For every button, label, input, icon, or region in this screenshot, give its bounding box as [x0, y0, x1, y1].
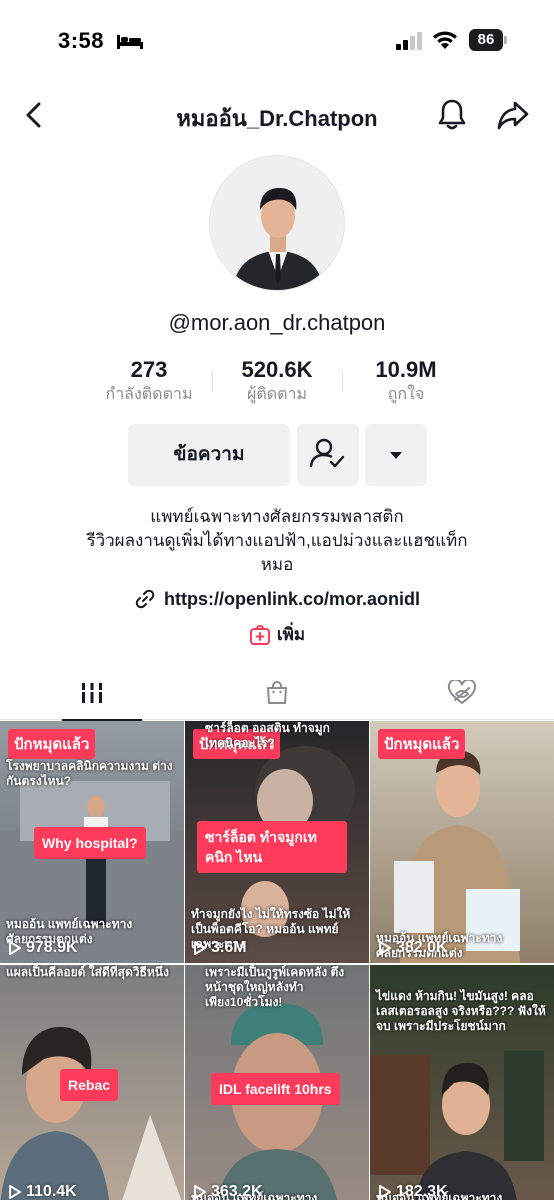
user-check-icon — [309, 438, 345, 468]
likes-label: ถูกใจ — [387, 386, 425, 403]
video-tile[interactable]: ไข่แดง ห้ามกิน! ไขมันสูง! คลอเลสเตอรอลสู… — [370, 965, 554, 1200]
stat-divider — [212, 371, 213, 393]
video-overlay-text: IDL facelift 10hrs — [211, 1073, 340, 1105]
message-button[interactable]: ข้อความ — [128, 424, 290, 486]
profile-display-name: หมออ้น_Dr.Chatpon — [176, 106, 378, 131]
play-icon — [379, 1185, 391, 1199]
bio-line: แพทย์เฉพาะทางศัลยกรรมพลาสติก — [150, 507, 404, 526]
add-row: เพิ่ม — [0, 621, 554, 650]
video-caption-top: ไข่แดง ห้ามกิน! ไขมันสูง! คลอเลสเตอรอลสู… — [376, 989, 546, 1033]
likes-stat[interactable]: 10.9M ถูกใจ — [348, 357, 464, 407]
video-caption-top: ซาร์ล็อต ออสติน ทำจมูกเทคนิคอะไร? — [205, 721, 330, 750]
tab-liked[interactable] — [370, 666, 554, 720]
battery-indicator: 86 — [469, 29, 507, 51]
following-stat[interactable]: 273 กำลังติดตาม — [90, 357, 208, 407]
view-count-value: 978.9K — [26, 939, 78, 956]
pinned-badge: ปักหมุดแล้ว — [378, 729, 466, 759]
view-count: 3.6M — [193, 939, 247, 957]
grid-videos-icon — [81, 683, 103, 703]
video-caption-top: โรงพยาบาลคลินิกความงาม ต่างกันตรงไหน? — [6, 759, 173, 788]
followers-count: 520.6K — [241, 357, 313, 382]
view-count-value: 3.6M — [211, 939, 247, 956]
video-overlay-text: Rebac — [60, 1069, 119, 1101]
view-count-value: 110.4K — [26, 1183, 77, 1200]
add-button[interactable]: เพิ่ม — [249, 621, 305, 648]
add-label: เพิ่ม — [276, 625, 306, 644]
profile-avatar[interactable] — [209, 155, 345, 291]
status-time: 3:58 — [58, 28, 105, 53]
following-label: กำลังติดตาม — [105, 386, 193, 403]
shopping-bag-icon — [267, 681, 287, 704]
avatar-photo — [210, 156, 344, 290]
profile-link-text: https://openlink.co/mor.aonidl — [163, 588, 420, 609]
play-icon — [9, 941, 21, 955]
view-count-value: 382.0K — [396, 939, 448, 956]
likes-count: 10.9M — [375, 357, 437, 382]
video-tile[interactable]: แผลเป็นคีลอยด์ ใส่ดีที่สุดวิธีหนึ่ง Reba… — [0, 965, 184, 1200]
following-count: 273 — [130, 357, 168, 382]
link-icon — [135, 589, 155, 609]
video-overlay-text: ซาร์ล็อต ทำจมูกเทคนิก ไหน — [197, 821, 347, 873]
pinned-badge: ปักหมุดแล้ว — [8, 729, 96, 759]
video-overlay-text: Why hospital? — [34, 827, 146, 859]
sleep-focus-icon — [117, 35, 143, 49]
followers-stat[interactable]: 520.6K ผู้ติดตาม — [218, 357, 336, 407]
video-tile[interactable]: เพราะมีเป็นกูรูพ์เคดหลัง ตึงหน้าชุดใหญ่ห… — [185, 965, 369, 1200]
view-count: 182.3K — [378, 1183, 448, 1200]
video-grid: ปักหมุดแล้ว โรงพยาบาลคลินิกความงาม ต่างก… — [0, 721, 554, 1200]
content-tabs — [0, 666, 554, 721]
video-caption-top: เพราะมีเป็นกูรูพ์เคดหลัง ตึงหน้าชุดใหญ่ห… — [205, 965, 345, 1009]
view-count-value: 363.2K — [211, 1183, 263, 1200]
video-tile[interactable]: ปักหมุดแล้ว ซาร์ล็อต ออสติน ทำจมูกเทคนิค… — [185, 721, 369, 963]
caret-down-icon — [390, 452, 402, 459]
stat-divider — [342, 371, 343, 393]
profile-link-row: https://openlink.co/mor.aonidl — [0, 588, 554, 612]
view-count: 363.2K — [193, 1183, 263, 1200]
share-icon[interactable] — [496, 98, 530, 132]
video-caption-top: แผลเป็นคีลอยด์ ใส่ดีที่สุดวิธีหนึ่ง — [6, 965, 169, 979]
video-tile[interactable]: ปักหมุดแล้ว โรงพยาบาลคลินิกความงาม ต่างก… — [0, 721, 184, 963]
bio-line: หมอ — [260, 555, 294, 574]
followers-label: ผู้ติดตาม — [246, 386, 308, 403]
view-count: 978.9K — [8, 939, 78, 957]
profile-bio: แพทย์เฉพาะทางศัลยกรรมพลาสติก รีวิวผลงานด… — [0, 505, 554, 577]
play-icon — [194, 941, 206, 955]
battery-level: 86 — [477, 31, 495, 48]
play-icon — [379, 941, 391, 955]
more-options-button[interactable] — [365, 424, 427, 486]
video-tile[interactable]: ปักหมุดแล้ว หมออ้น แพทย์เฉพาะทาง ศัลยกรร… — [370, 721, 554, 963]
profile-header: หมออ้น_Dr.Chatpon — [0, 88, 554, 142]
notification-bell-icon[interactable] — [436, 98, 468, 132]
tab-videos[interactable] — [0, 666, 184, 721]
play-icon — [9, 1185, 21, 1199]
cellular-signal-icon — [396, 32, 422, 50]
view-count: 110.4K — [8, 1183, 77, 1200]
wifi-icon — [433, 31, 457, 49]
status-bar: 3:58 86 — [0, 0, 554, 84]
profile-username: @mor.aon_dr.chatpon — [168, 310, 386, 335]
view-count-value: 182.3K — [396, 1183, 448, 1200]
bio-line: รีวิวผลงานดูเพิ่มได้ทางแอปฟ้า,แอปม่วงและ… — [86, 531, 468, 550]
profile-stats: 273 กำลังติดตาม 520.6K ผู้ติดตาม 10.9M ถ… — [90, 357, 464, 409]
play-icon — [194, 1185, 206, 1199]
tab-shop[interactable] — [185, 666, 369, 720]
view-count: 382.0K — [378, 939, 448, 957]
following-status-button[interactable] — [297, 424, 359, 486]
profile-link[interactable]: https://openlink.co/mor.aonidl — [134, 588, 420, 610]
liked-hidden-icon — [447, 680, 477, 705]
add-bag-icon — [249, 624, 270, 645]
